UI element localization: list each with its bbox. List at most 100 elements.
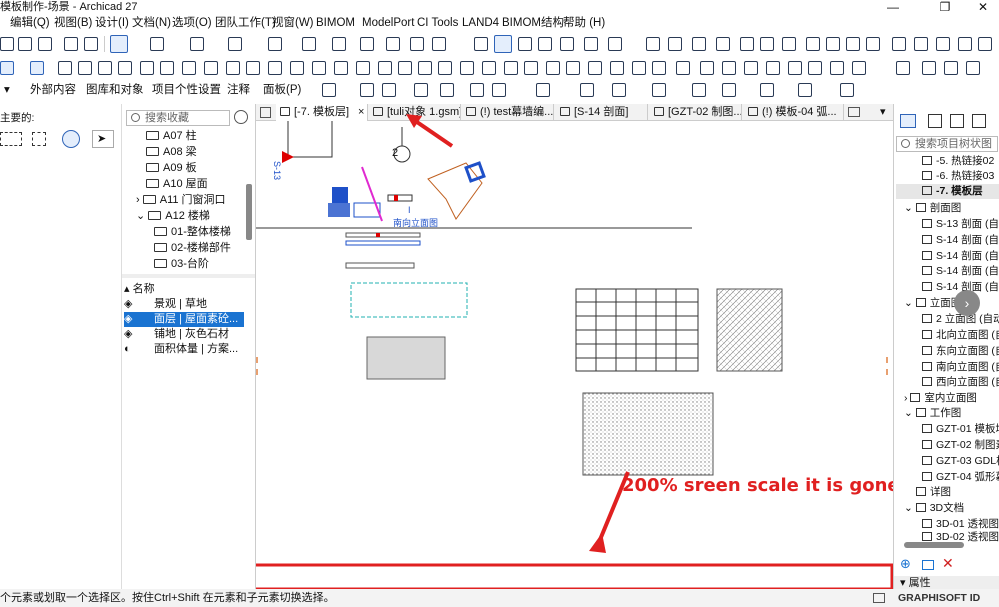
menu-design[interactable]: 设计(I)	[95, 14, 129, 32]
section-icon[interactable]	[360, 37, 374, 51]
t-shape-icon[interactable]	[398, 61, 412, 75]
list-item[interactable]: ◈ 景观 | 草地	[124, 297, 244, 312]
list-header[interactable]: ▴ 名称	[124, 282, 250, 297]
project-tree-item[interactable]: GZT-02 制图素	[922, 438, 999, 453]
dimension-icon[interactable]	[322, 83, 336, 97]
favorite-folder[interactable]: A07 柱	[146, 128, 197, 144]
project-tree-group[interactable]: › 室内立面图	[904, 391, 977, 406]
menu-options[interactable]: 选项(O)	[172, 14, 212, 32]
box-icon[interactable]	[182, 61, 196, 75]
compass-icon[interactable]	[608, 37, 622, 51]
project-tree-item[interactable]: -5. 热链接02	[922, 154, 994, 169]
open-icon[interactable]	[0, 37, 14, 51]
radial-icon[interactable]	[440, 83, 454, 97]
bracket-icon[interactable]	[438, 61, 452, 75]
project-tree-group[interactable]: 详图	[916, 485, 951, 500]
level-icon[interactable]	[414, 83, 428, 97]
list-item[interactable]: ◈ 铺地 | 灰色石材	[124, 327, 244, 342]
hotspot-icon[interactable]	[536, 83, 550, 97]
flag-icon[interactable]	[646, 37, 660, 51]
door-icon[interactable]	[766, 61, 780, 75]
clip-icon[interactable]	[538, 37, 552, 51]
align-icon[interactable]	[716, 37, 730, 51]
roof-tool-icon[interactable]	[98, 61, 112, 75]
panel-divider[interactable]	[122, 274, 255, 278]
tab-curtain-wall[interactable]: (!) test幕墙编...	[462, 104, 554, 121]
menu-modelport[interactable]: ModelPort	[362, 14, 414, 32]
shell-tool-icon[interactable]	[118, 61, 132, 75]
menu-land4[interactable]: LAND4	[462, 14, 499, 32]
project-tree-search-input[interactable]: 搜索项目树状图	[896, 136, 998, 152]
chevron-down-icon[interactable]: ▾	[880, 104, 886, 120]
arrow-select-icon[interactable]: ➤	[92, 130, 114, 148]
group-icon[interactable]	[782, 37, 796, 51]
angle-icon[interactable]	[668, 37, 682, 51]
tab-worksheet[interactable]: [GZT-02 制图...	[650, 104, 742, 121]
3d-view-icon[interactable]	[386, 37, 400, 51]
minimize-button[interactable]: —	[878, 0, 908, 14]
save-icon[interactable]	[18, 37, 32, 51]
menu-teamwork[interactable]: 团队工作(T)	[215, 14, 276, 32]
favorite-folder[interactable]: A10 屋面	[146, 176, 208, 192]
project-tree-item[interactable]: GZT-03 GDL柱	[922, 454, 999, 469]
tag-icon[interactable]	[140, 61, 154, 75]
project-tree-group[interactable]: ⌄ 3D文档	[904, 501, 964, 516]
sun-icon[interactable]	[840, 83, 854, 97]
add-view-icon[interactable]: ⊕	[900, 556, 911, 572]
tab-template-layer[interactable]: [-7. 模板层]	[276, 104, 368, 121]
menu-annotation[interactable]: 注释	[227, 80, 250, 100]
split-icon[interactable]	[312, 61, 326, 75]
menu-bimom[interactable]: BIMOM	[316, 14, 355, 32]
tab-section[interactable]: [S-14 剖面]	[556, 104, 648, 121]
publish-icon[interactable]	[826, 37, 840, 51]
detail-icon[interactable]	[652, 83, 666, 97]
gear-icon[interactable]	[234, 110, 248, 124]
select-poly-icon[interactable]	[32, 132, 46, 146]
rotated-rect-icon[interactable]	[62, 130, 80, 148]
project-tree-item[interactable]: S-14 剖面 (自动	[922, 264, 999, 279]
table-icon[interactable]	[978, 37, 992, 51]
close-tab-icon[interactable]: ×	[358, 104, 364, 120]
highlight-icon[interactable]	[494, 35, 512, 53]
publisher-icon[interactable]	[972, 114, 986, 128]
menu-edit[interactable]: 编辑(Q)	[10, 14, 50, 32]
pen-icon[interactable]	[460, 61, 474, 75]
menu-help[interactable]: 帮助 (H)	[563, 14, 605, 32]
project-tree-item[interactable]: S-14 剖面 (自动	[922, 249, 999, 264]
explode-icon[interactable]	[610, 61, 624, 75]
id-icon[interactable]	[914, 37, 928, 51]
settings-icon[interactable]	[922, 560, 934, 570]
grid-snap-icon[interactable]	[268, 37, 282, 51]
book-icon[interactable]	[936, 37, 950, 51]
guide-line-icon[interactable]	[150, 37, 164, 51]
project-tree-item[interactable]: 西向立面图 (自	[922, 375, 999, 390]
favorite-folder[interactable]: A09 板	[146, 160, 197, 176]
menu-window[interactable]: 视窗(W)	[272, 14, 314, 32]
intersect-icon[interactable]	[588, 61, 602, 75]
project-tree-item[interactable]: S-14 剖面 (自动	[922, 233, 999, 248]
receive-icon[interactable]	[866, 37, 880, 51]
project-tree-group[interactable]: ⌄ 剖面图	[904, 201, 961, 216]
drawing-canvas[interactable]: I 2 S-13 南向立面图 200% sreen scale it is go	[256, 121, 893, 589]
chevron-down-icon[interactable]: ▾	[4, 80, 10, 100]
delete-icon[interactable]: ✕	[942, 555, 954, 572]
camera-icon[interactable]	[798, 83, 812, 97]
graphic-override-icon[interactable]	[944, 61, 958, 75]
scrollbar-thumb[interactable]	[246, 184, 252, 240]
pick-icon[interactable]	[38, 37, 52, 51]
wireframe-icon[interactable]	[268, 61, 282, 75]
menu-project-preferences[interactable]: 项目个性设置	[152, 80, 221, 100]
project-tree-group[interactable]: ⌄ 立面图	[904, 296, 961, 311]
structure-icon[interactable]	[922, 61, 936, 75]
rotate-icon[interactable]	[652, 61, 666, 75]
tab-template-arc[interactable]: (!) 模板-04 弧...	[744, 104, 844, 121]
arc-icon[interactable]	[470, 83, 484, 97]
connect-icon[interactable]	[378, 61, 392, 75]
lock-icon[interactable]	[432, 37, 446, 51]
close-window-button[interactable]: ✕	[968, 0, 998, 14]
layout-icon[interactable]	[410, 37, 424, 51]
list-item-selected[interactable]: ◈ 面层 | 屋面素砼...	[124, 312, 244, 327]
resize-icon[interactable]	[546, 61, 560, 75]
arrow-tool-icon[interactable]	[110, 35, 128, 53]
menu-library-objects[interactable]: 图库和对象	[86, 80, 144, 100]
